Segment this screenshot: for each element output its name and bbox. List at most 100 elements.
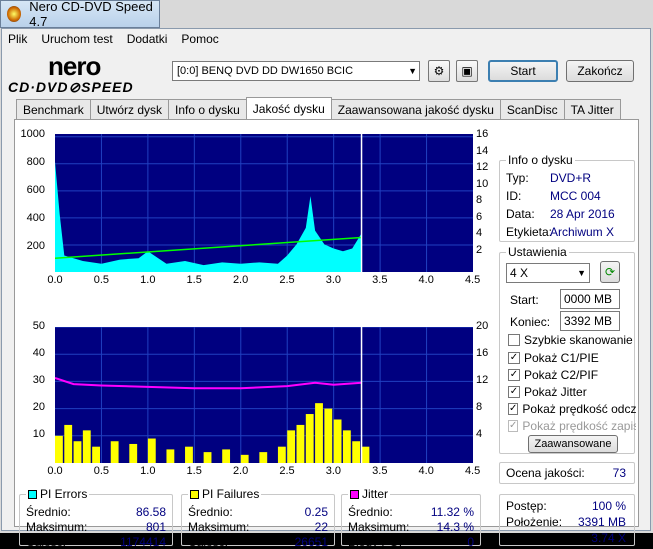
tab-disc-quality[interactable]: Jakość dysku	[245, 97, 332, 119]
check-fast-scan[interactable]: Szybkie skanowanie	[508, 333, 633, 347]
tab-bar: Benchmark Utwórz dysk Info o dysku Jakoś…	[16, 97, 621, 119]
x-tick: 0.5	[93, 465, 110, 477]
y-right-tick: 4	[476, 227, 483, 239]
pi-failure-bar	[240, 454, 249, 463]
y-right-tick: 16	[476, 128, 489, 140]
pi-failure-bar	[324, 408, 333, 463]
quality-label: Ocena jakości:	[506, 466, 585, 480]
legend-swatch	[28, 490, 37, 499]
pi-failure-bar	[73, 441, 82, 463]
pi-failures-title: PI Failures	[188, 487, 262, 501]
info-value: 28 Apr 2016	[550, 207, 615, 221]
x-tick: 3.0	[325, 465, 342, 477]
x-tick: 1.5	[186, 465, 202, 477]
start-input[interactable]: 0000 MB	[560, 289, 620, 309]
y-tick: 20	[32, 401, 45, 413]
tab-benchmark[interactable]: Benchmark	[16, 99, 91, 119]
pi-failure-bar	[315, 403, 323, 463]
pi-failures-stats: PI Failures Średnio: 0.25 Maksimum: 22 C…	[181, 487, 335, 549]
app-icon	[7, 6, 22, 22]
pi-failures-chart	[55, 327, 473, 463]
progress-box: Postęp: 100 % Położenie: 3391 MB Prędkoś…	[499, 494, 635, 546]
pi-failure-bar	[305, 414, 314, 463]
pi-failure-bar	[361, 446, 370, 463]
pi-failure-bar	[64, 424, 73, 463]
stat-label: Błędy PO:	[348, 535, 403, 549]
menu-plik[interactable]: Plik	[8, 32, 27, 46]
stat-value: 0.25	[304, 505, 328, 519]
chevron-down-icon: ▼	[577, 268, 586, 278]
y-right-tick: 8	[476, 194, 483, 206]
disc-icon: ⚙	[433, 64, 445, 78]
save-icon: ▣	[461, 64, 473, 78]
checkbox: ✓	[508, 386, 520, 398]
x-tick: 3.5	[372, 465, 388, 477]
refresh-icon: ⟳	[604, 265, 616, 279]
speed-value: 3.74 X	[591, 531, 626, 545]
tab-scandisc[interactable]: ScanDisc	[499, 99, 565, 119]
y-tick: 40	[32, 347, 45, 359]
x-tick: 2.5	[279, 274, 295, 286]
y-right-tick: 2	[476, 243, 483, 256]
app-window: Nero CD-DVD Speed 4.7 Plik Uruchom test …	[0, 0, 653, 549]
check-c2-pif[interactable]: ✓ Pokaż C2/PIF	[508, 368, 598, 382]
quality-panel: 1000 800 600 400 200 50 40 30 20 10 Info…	[14, 119, 639, 549]
tab-advanced-quality[interactable]: Zaawansowana jakość dysku	[330, 99, 501, 119]
check-read-speed[interactable]: ✓ Pokaż prędkość odczyt	[508, 402, 636, 416]
checkbox: ✓	[508, 403, 519, 415]
end-button[interactable]: Zakończ	[566, 60, 634, 82]
pi-errors-chart	[55, 134, 473, 272]
stat-label: Maksimum:	[348, 520, 410, 534]
y-right-tick: 12	[476, 374, 489, 386]
menu-bar: Plik Uruchom test Dodatki Pomoc	[2, 29, 650, 49]
y-right-tick: 20	[476, 320, 489, 332]
checkbox: ✓	[508, 352, 520, 364]
tab-create-disc[interactable]: Utwórz dysk	[89, 99, 170, 119]
eject-button[interactable]: ⚙	[428, 60, 450, 82]
menu-dodatki[interactable]: Dodatki	[127, 32, 168, 46]
save-button[interactable]: ▣	[456, 60, 478, 82]
y-tick: 400	[26, 212, 45, 224]
x-tick: 0.5	[93, 274, 110, 286]
position-value: 3391 MB	[577, 515, 626, 529]
check-jitter[interactable]: ✓ Pokaż Jitter	[508, 385, 587, 399]
pi-errors-title: PI Errors	[26, 487, 90, 501]
x-tick: 1.0	[140, 465, 156, 477]
end-label: Koniec:	[510, 315, 551, 329]
refresh-button[interactable]: ⟳	[600, 261, 620, 283]
x-tick: 2.0	[232, 274, 249, 286]
tab-ta-jitter[interactable]: TA Jitter	[563, 99, 621, 119]
check-c1-pie[interactable]: ✓ Pokaż C1/PIE	[508, 351, 599, 365]
check-write-speed: ✓ Pokaż prędkość zapisu	[508, 419, 636, 433]
start-button[interactable]: Start	[488, 60, 558, 82]
check-label: Pokaż prędkość zapisu	[522, 419, 636, 433]
y-tick: 800	[26, 156, 45, 168]
speed-select[interactable]: 4 X ▼	[506, 263, 590, 283]
quality-score-box: Ocena jakości: 73	[499, 462, 635, 484]
stat-label: Całość:	[26, 535, 67, 549]
progress-value: 100 %	[591, 499, 626, 513]
pi-failure-bar	[92, 446, 100, 463]
window-title: Nero CD-DVD Speed 4.7	[29, 0, 153, 29]
y-right-tick: 4	[476, 428, 483, 440]
pi-failure-bar	[203, 452, 212, 463]
check-label: Pokaż Jitter	[524, 385, 587, 399]
stat-value: 14.3 %	[436, 520, 474, 534]
pi-failure-bar	[342, 430, 351, 463]
pi-failure-bar	[222, 449, 231, 463]
x-tick: 2.5	[279, 465, 295, 477]
drive-select[interactable]: [0:0] BENQ DVD DD DW1650 BCIC ▼	[172, 61, 420, 81]
menu-uruchom-test[interactable]: Uruchom test	[41, 32, 112, 46]
tab-disc-info[interactable]: Info o dysku	[168, 99, 247, 119]
advanced-button[interactable]: Zaawansowane	[528, 435, 618, 453]
checkbox	[508, 334, 520, 346]
end-input[interactable]: 3392 MB	[560, 311, 620, 331]
pi-failure-bar	[147, 438, 156, 463]
x-tick: 3.5	[372, 274, 388, 286]
pi-failure-bar	[185, 446, 193, 463]
stat-value: 22	[314, 520, 328, 534]
info-label: ID:	[506, 189, 522, 203]
menu-pomoc[interactable]: Pomoc	[181, 32, 218, 46]
check-label: Szybkie skanowanie	[524, 333, 633, 347]
x-tick: 4.5	[464, 465, 481, 477]
